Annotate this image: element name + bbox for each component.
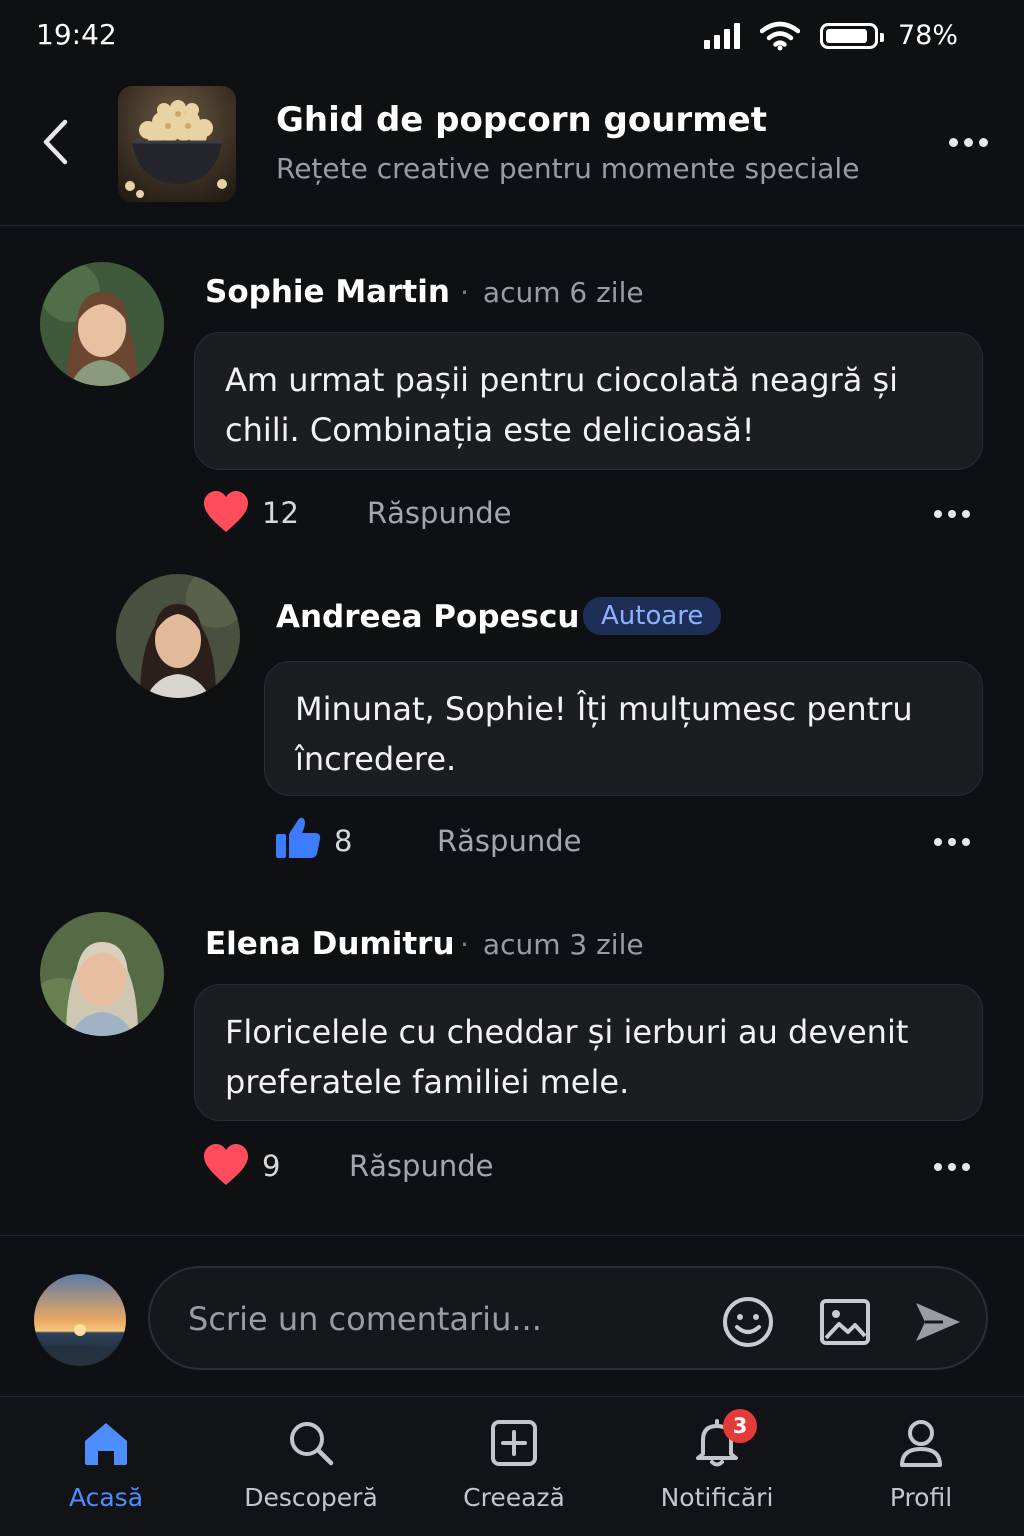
more-horizontal-icon bbox=[934, 510, 942, 518]
nav-label: Notificări bbox=[660, 1483, 774, 1512]
avatar[interactable] bbox=[40, 262, 164, 386]
like-count: 8 bbox=[334, 824, 353, 858]
comment-input-box bbox=[148, 1266, 988, 1370]
battery-icon bbox=[819, 22, 884, 49]
popcorn-bowl-image bbox=[125, 100, 227, 198]
emoji-icon bbox=[723, 1297, 773, 1347]
home-icon bbox=[85, 1423, 127, 1465]
thumbs-up-icon[interactable] bbox=[274, 816, 322, 860]
avatar-image bbox=[116, 574, 240, 698]
image-icon bbox=[820, 1299, 870, 1345]
nav-discover[interactable]: Descoperă bbox=[231, 1415, 391, 1512]
status-icons: 78% bbox=[703, 20, 958, 51]
like-count: 9 bbox=[262, 1149, 281, 1183]
comment-timestamp: · acum 3 zile bbox=[460, 928, 644, 961]
plus-square-icon bbox=[491, 1420, 537, 1466]
send-icon bbox=[916, 1303, 960, 1341]
post-header: Ghid de popcorn gourmet Rețete creative … bbox=[0, 76, 1024, 226]
comment-composer bbox=[0, 1236, 1024, 1396]
attach-image-button[interactable] bbox=[817, 1294, 873, 1350]
comment-author[interactable]: Andreea Popescu bbox=[276, 599, 579, 635]
comment-bubble: Am urmat pașii pentru ciocolată neagră ș… bbox=[194, 332, 983, 470]
notification-count-badge: 3 bbox=[723, 1409, 757, 1443]
send-button[interactable] bbox=[910, 1294, 966, 1350]
comment-author[interactable]: Sophie Martin bbox=[205, 274, 450, 310]
post-subtitle: Rețete creative pentru momente speciale bbox=[276, 152, 860, 185]
heart-icon[interactable] bbox=[202, 490, 250, 534]
nav-create[interactable]: Creează bbox=[434, 1415, 594, 1512]
reply-button[interactable]: Răspunde bbox=[367, 496, 511, 530]
header-more-button[interactable] bbox=[949, 138, 988, 147]
status-time: 19:42 bbox=[36, 18, 117, 51]
sunset-avatar-image bbox=[34, 1274, 126, 1366]
status-bar: 19:42 78% bbox=[0, 0, 1024, 76]
search-icon bbox=[290, 1422, 334, 1466]
more-horizontal-icon bbox=[934, 838, 942, 846]
comment-actions: 9 Răspunde bbox=[200, 1141, 984, 1191]
comment-actions: 8 Răspunde bbox=[272, 816, 984, 866]
author-badge: Autoare bbox=[583, 597, 722, 635]
battery-percent: 78% bbox=[897, 20, 958, 51]
comment-timestamp: · acum 6 zile bbox=[460, 276, 644, 309]
comment-more-button[interactable] bbox=[934, 1163, 970, 1171]
heart-icon[interactable] bbox=[202, 1143, 250, 1187]
user-icon bbox=[900, 1420, 942, 1467]
chevron-left-icon bbox=[43, 119, 68, 165]
avatar[interactable] bbox=[40, 912, 164, 1036]
reply-button[interactable]: Răspunde bbox=[349, 1149, 493, 1183]
avatar-image bbox=[40, 912, 164, 1036]
popcorn-thumbnail[interactable] bbox=[118, 86, 236, 202]
nav-label: Descoperă bbox=[244, 1483, 378, 1512]
comment-time: acum 6 zile bbox=[482, 276, 644, 309]
comment-input[interactable] bbox=[188, 1294, 688, 1344]
like-count: 12 bbox=[262, 496, 299, 530]
comment-more-button[interactable] bbox=[934, 510, 970, 518]
comment-time: acum 3 zile bbox=[482, 928, 644, 961]
comment-actions: 12 Răspunde bbox=[200, 488, 984, 538]
more-horizontal-icon bbox=[934, 1163, 942, 1171]
nav-label: Profil bbox=[889, 1483, 953, 1512]
avatar-image bbox=[40, 262, 164, 386]
signal-icon bbox=[703, 22, 740, 49]
comment-bubble: Minunat, Sophie! Îți mulțumesc pentru în… bbox=[264, 661, 983, 796]
back-button[interactable] bbox=[30, 114, 80, 170]
comment-author[interactable]: Elena Dumitru bbox=[205, 926, 455, 962]
avatar[interactable] bbox=[116, 574, 240, 698]
post-title: Ghid de popcorn gourmet bbox=[276, 100, 767, 140]
bottom-navigation: Acasă Descoperă Creează 3 Notificări Pro… bbox=[0, 1396, 1024, 1536]
nav-profile[interactable]: Profil bbox=[841, 1415, 1001, 1512]
nav-label: Creează bbox=[463, 1483, 565, 1512]
wifi-icon bbox=[759, 21, 800, 50]
emoji-button[interactable] bbox=[720, 1294, 776, 1350]
nav-home[interactable]: Acasă bbox=[26, 1415, 186, 1512]
current-user-avatar[interactable] bbox=[34, 1274, 126, 1366]
comment-bubble: Floricelele cu cheddar și ierburi au dev… bbox=[194, 984, 983, 1121]
nav-label: Acasă bbox=[68, 1483, 144, 1512]
reply-button[interactable]: Răspunde bbox=[437, 824, 581, 858]
nav-notifications[interactable]: 3 Notificări bbox=[637, 1409, 797, 1512]
comment-more-button[interactable] bbox=[934, 838, 970, 846]
more-horizontal-icon bbox=[949, 138, 958, 147]
